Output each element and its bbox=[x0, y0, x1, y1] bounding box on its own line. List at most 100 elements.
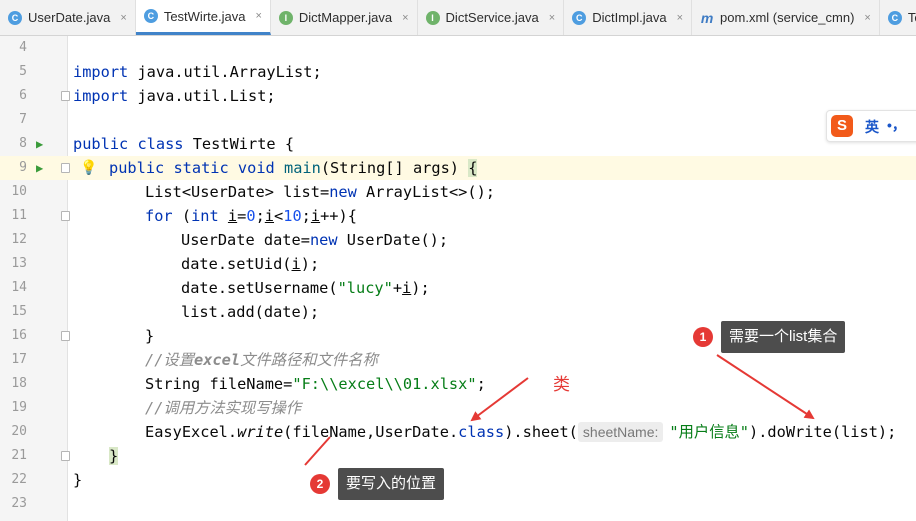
parameter-hint: sheetName: bbox=[577, 422, 664, 442]
code-text: list.add(date); bbox=[181, 303, 320, 321]
code-text: date.setUsername("lucy"+i); bbox=[181, 279, 430, 297]
line-number: 19 bbox=[11, 400, 27, 415]
annotation-badge-1: 1 bbox=[693, 327, 713, 347]
code-line: 11 for (int i=0;i<10;i++){ bbox=[0, 204, 916, 228]
close-icon[interactable]: × bbox=[402, 12, 408, 24]
line-number: 23 bbox=[11, 496, 27, 511]
line-number: 16 bbox=[11, 328, 27, 343]
code-text: } bbox=[109, 447, 119, 465]
tab-testread[interactable]: C TestRead bbox=[880, 0, 916, 35]
code-line: 13 date.setUid(i); bbox=[0, 252, 916, 276]
tab-testwirte-java[interactable]: C TestWirte.java × bbox=[135, 0, 271, 35]
close-icon[interactable]: × bbox=[549, 12, 555, 24]
class-icon: C bbox=[8, 10, 22, 25]
tab-label: pom.xml (service_cmn) bbox=[720, 10, 855, 25]
tab-userdate-java[interactable]: C UserDate.java × bbox=[0, 0, 136, 35]
code-line: 10 List<UserDate> list=new ArrayList<>()… bbox=[0, 180, 916, 204]
close-icon[interactable]: × bbox=[677, 12, 683, 24]
code-text: for (int i=0;i<10;i++){ bbox=[145, 207, 357, 225]
fold-icon[interactable] bbox=[61, 163, 70, 173]
fold-icon[interactable] bbox=[61, 451, 70, 461]
line-number: 6 bbox=[19, 88, 27, 103]
class-icon: C bbox=[572, 10, 587, 25]
ime-punctuation-mode[interactable]: •， bbox=[887, 115, 906, 135]
fold-icon[interactable] bbox=[61, 211, 70, 221]
tab-dictservice-java[interactable]: I DictService.java × bbox=[418, 0, 565, 35]
code-line: 8 ▶ public class TestWirte { bbox=[0, 132, 916, 156]
tab-label: DictImpl.java bbox=[592, 10, 667, 25]
line-number: 22 bbox=[11, 472, 27, 487]
annotation-badge-2: 2 bbox=[310, 474, 330, 494]
code-text: import java.util.List; bbox=[73, 87, 276, 105]
code-line: 7 bbox=[0, 108, 916, 132]
tab-dictmapper-java[interactable]: I DictMapper.java × bbox=[271, 0, 418, 35]
interface-icon: I bbox=[425, 10, 440, 25]
code-line: 22 } bbox=[0, 468, 916, 492]
line-number: 8 bbox=[19, 136, 27, 151]
close-icon[interactable]: × bbox=[120, 12, 126, 24]
code-line: 14 date.setUsername("lucy"+i); bbox=[0, 276, 916, 300]
tab-label: TestWirte.java bbox=[163, 8, 246, 24]
code-line: 4 bbox=[0, 36, 916, 60]
annotation-class-label: 类 bbox=[553, 375, 570, 394]
line-number: 21 bbox=[11, 448, 27, 463]
code-text: } bbox=[145, 327, 155, 345]
annotation-callout-position: 要写入的位置 bbox=[338, 468, 445, 500]
tab-label: DictService.java bbox=[445, 10, 539, 25]
ime-language-mode[interactable]: 英 bbox=[865, 117, 879, 137]
code-line: 19 //调用方法实现写操作 bbox=[0, 396, 916, 420]
line-number: 18 bbox=[11, 376, 27, 391]
line-number: 17 bbox=[11, 352, 27, 367]
line-number: 15 bbox=[11, 304, 27, 319]
run-gutter-icon[interactable]: ▶ bbox=[36, 132, 43, 156]
line-number: 11 bbox=[11, 208, 27, 223]
code-line: 12 UserDate date=new UserDate(); bbox=[0, 228, 916, 252]
fold-icon[interactable] bbox=[61, 331, 70, 341]
run-gutter-icon[interactable]: ▶ bbox=[36, 156, 43, 180]
tab-label: DictMapper.java bbox=[298, 10, 393, 25]
code-line: 18 String fileName="F:\\excel\\01.xlsx"; bbox=[0, 372, 916, 396]
code-line: 23 bbox=[0, 492, 916, 516]
line-number: 5 bbox=[19, 64, 27, 79]
line-number: 9 bbox=[19, 160, 27, 175]
code-editor[interactable]: 4 5 import java.util.ArrayList; 6 import… bbox=[0, 36, 916, 521]
code-line: 6 import java.util.List; bbox=[0, 84, 916, 108]
code-line-current: 9 ▶ 💡 public static void main(String[] a… bbox=[0, 156, 916, 180]
code-text: public class TestWirte { bbox=[73, 135, 295, 153]
code-line: 20 EasyExcel.write(fileName,UserDate.cla… bbox=[0, 420, 916, 444]
annotation-callout-list: 需要一个list集合 bbox=[721, 321, 846, 353]
ime-status-widget[interactable]: S 英 •， bbox=[826, 110, 916, 142]
code-comment: //设置excel文件路径和文件名称 bbox=[145, 351, 378, 369]
code-text: String fileName="F:\\excel\\01.xlsx"; bbox=[145, 375, 486, 393]
editor-tab-bar: C UserDate.java × C TestWirte.java × I DictMapp… bbox=[0, 0, 916, 36]
close-icon[interactable]: × bbox=[255, 10, 261, 22]
tab-label: UserDate.java bbox=[28, 10, 111, 25]
fold-icon[interactable] bbox=[61, 91, 70, 101]
code-text: date.setUid(i); bbox=[181, 255, 320, 273]
code-text: import java.util.ArrayList; bbox=[73, 63, 322, 81]
close-icon[interactable]: × bbox=[864, 12, 870, 24]
line-number: 20 bbox=[11, 424, 27, 439]
code-text: EasyExcel.write(fileName,UserDate.class)… bbox=[145, 422, 897, 442]
tab-dictimpl-java[interactable]: C DictImpl.java × bbox=[564, 0, 693, 35]
code-comment: //调用方法实现写操作 bbox=[145, 399, 302, 417]
line-number: 4 bbox=[19, 40, 27, 55]
lightbulb-icon[interactable]: 💡 bbox=[80, 156, 97, 180]
code-text: List<UserDate> list=new ArrayList<>(); bbox=[145, 183, 495, 201]
tab-pom-xml-service-cmn[interactable]: m pom.xml (service_cmn) × bbox=[692, 0, 880, 35]
code-line: 5 import java.util.ArrayList; bbox=[0, 60, 916, 84]
run-class-icon: C bbox=[887, 10, 902, 25]
maven-icon: m bbox=[700, 9, 714, 26]
line-number: 10 bbox=[11, 184, 27, 199]
tab-label: TestRead bbox=[907, 10, 916, 25]
run-class-icon: C bbox=[143, 9, 158, 23]
code-line: 21 } bbox=[0, 444, 916, 468]
code-text: UserDate date=new UserDate(); bbox=[181, 231, 449, 249]
line-number: 13 bbox=[11, 256, 27, 271]
line-number: 12 bbox=[11, 232, 27, 247]
interface-icon: I bbox=[278, 10, 293, 25]
sogou-ime-logo-icon: S bbox=[831, 115, 853, 137]
line-number: 14 bbox=[11, 280, 27, 295]
line-number: 7 bbox=[19, 112, 27, 127]
code-text: } bbox=[73, 471, 83, 489]
